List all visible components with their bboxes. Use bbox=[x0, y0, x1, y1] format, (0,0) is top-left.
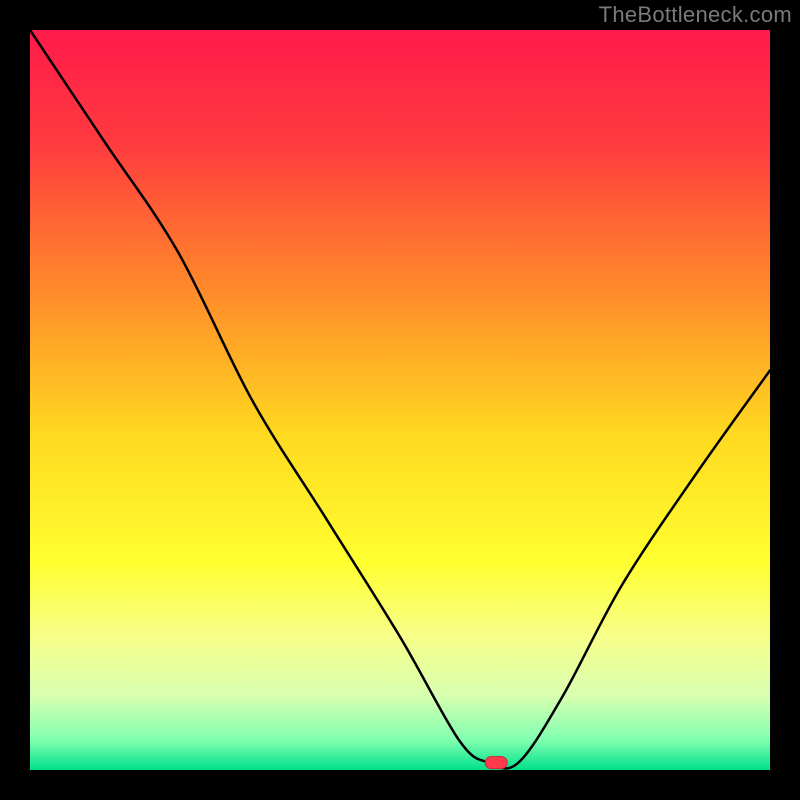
chart-container: TheBottleneck.com bbox=[0, 0, 800, 800]
optimal-marker bbox=[485, 757, 507, 769]
bottleneck-chart bbox=[0, 0, 800, 800]
watermark-text: TheBottleneck.com bbox=[599, 2, 792, 28]
plot-area bbox=[30, 30, 770, 770]
